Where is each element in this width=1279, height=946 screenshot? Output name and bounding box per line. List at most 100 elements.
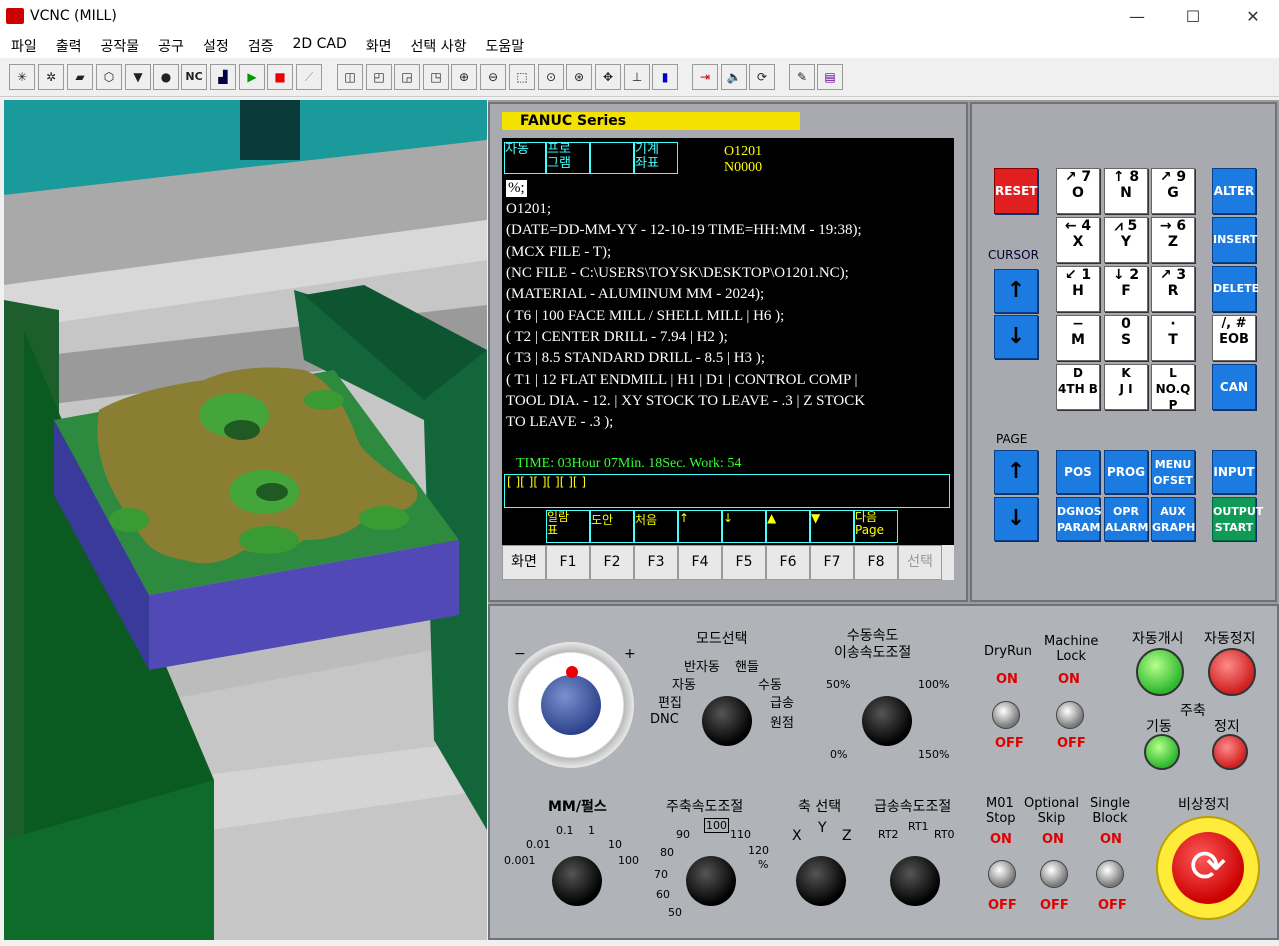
zoom-window-icon[interactable]: ⊙ bbox=[538, 64, 564, 90]
emergency-stop-button[interactable]: ⟳ bbox=[1156, 816, 1260, 920]
menu-2dcad[interactable]: 2D CAD bbox=[287, 34, 351, 58]
program-line[interactable]: TOOL DIA. - 12. | XY STOCK TO LEAVE - .3… bbox=[506, 393, 865, 410]
chart-icon[interactable]: ▟ bbox=[210, 64, 236, 90]
color-icon[interactable]: ▮ bbox=[652, 64, 678, 90]
view-front-icon[interactable]: ◰ bbox=[366, 64, 392, 90]
minimize-button[interactable]: — bbox=[1114, 4, 1160, 30]
feed-hold-button[interactable] bbox=[1208, 648, 1256, 696]
can-button[interactable]: CAN bbox=[1212, 364, 1256, 410]
crt-tab-empty[interactable] bbox=[590, 142, 634, 174]
program-line[interactable]: (MATERIAL - ALUMINUM MM - 2024); bbox=[506, 286, 764, 303]
softkey-f2[interactable]: F2 bbox=[590, 545, 634, 580]
rapid-override-knob[interactable] bbox=[890, 856, 940, 906]
pos-button[interactable]: POS bbox=[1056, 450, 1100, 494]
program-line[interactable]: TO LEAVE - .3 ); bbox=[506, 414, 613, 431]
view-side-icon[interactable]: ◲ bbox=[394, 64, 420, 90]
spindle-start-button[interactable] bbox=[1144, 734, 1180, 770]
softkey-f8[interactable]: F8 bbox=[854, 545, 898, 580]
play-icon[interactable]: ▶ bbox=[239, 64, 265, 90]
optional-skip-toggle[interactable] bbox=[1040, 860, 1068, 888]
program-line[interactable]: (MCX FILE - T); bbox=[506, 244, 611, 261]
reset-button[interactable]: RESET bbox=[994, 168, 1038, 214]
menu-help[interactable]: 도움말 bbox=[481, 34, 530, 58]
key-6[interactable]: → 6 Z bbox=[1151, 217, 1195, 263]
zoom-fit-icon[interactable]: ⬚ bbox=[509, 64, 535, 90]
key-9[interactable]: ↗ 9 G bbox=[1151, 168, 1195, 214]
wand-icon[interactable]: ✳ bbox=[9, 64, 35, 90]
menu-verify[interactable]: 검증 bbox=[243, 34, 279, 58]
menu-output[interactable]: 출력 bbox=[51, 34, 87, 58]
delete-button[interactable]: DELETE bbox=[1212, 266, 1259, 312]
handwheel[interactable] bbox=[508, 642, 634, 768]
input-button[interactable]: INPUT bbox=[1212, 450, 1256, 494]
softkey-f6[interactable]: F6 bbox=[766, 545, 810, 580]
crt-tab-machine-coords[interactable]: 기계 좌표 bbox=[634, 142, 678, 174]
aux-graph-button[interactable]: AUX GRAPH bbox=[1151, 497, 1195, 541]
refresh-icon[interactable]: ⟳ bbox=[749, 64, 775, 90]
program-line[interactable]: O1201; bbox=[506, 201, 551, 218]
ruler-icon[interactable]: ⟋ bbox=[296, 64, 322, 90]
key-8[interactable]: ↑ 8 N bbox=[1104, 168, 1148, 214]
softkey-select[interactable]: 선택 bbox=[898, 545, 942, 580]
program-line[interactable]: ( T1 | 12 FLAT ENDMILL | H1 | D1 | CONTR… bbox=[506, 372, 858, 389]
maximize-button[interactable]: ☐ bbox=[1170, 4, 1216, 30]
page-up-button[interactable]: ↑ bbox=[994, 450, 1038, 494]
zoom-out-icon[interactable]: ⊖ bbox=[480, 64, 506, 90]
book-icon[interactable]: ▤ bbox=[817, 64, 843, 90]
single-block-toggle[interactable] bbox=[1096, 860, 1124, 888]
key-5[interactable]: ⩘ 5 Y bbox=[1104, 217, 1148, 263]
opr-alarm-button[interactable]: OPR ALARM bbox=[1104, 497, 1148, 541]
softkey-f5[interactable]: F5 bbox=[722, 545, 766, 580]
zoom-in-icon[interactable]: ⊕ bbox=[451, 64, 477, 90]
m01-stop-toggle[interactable] bbox=[988, 860, 1016, 888]
view-iso-icon[interactable]: ◫ bbox=[337, 64, 363, 90]
input-buffer[interactable]: [ ][ ][ ][ ][ ][ ] bbox=[504, 474, 950, 508]
key-3[interactable]: ↗ 3 R bbox=[1151, 266, 1195, 312]
export-icon[interactable]: ⇥ bbox=[692, 64, 718, 90]
mm-pulse-knob[interactable] bbox=[552, 856, 602, 906]
sound-icon[interactable]: 🔈 bbox=[721, 64, 747, 90]
crt-tab-program[interactable]: 프로 그램 bbox=[546, 142, 590, 174]
mode-select-knob[interactable] bbox=[702, 696, 752, 746]
gear-icon[interactable]: ✲ bbox=[38, 64, 64, 90]
pan-icon[interactable]: ✥ bbox=[595, 64, 621, 90]
close-button[interactable]: ✕ bbox=[1230, 4, 1276, 30]
menu-workpiece[interactable]: 공작물 bbox=[96, 34, 145, 58]
sphere-icon[interactable]: ● bbox=[153, 64, 179, 90]
key-1[interactable]: ↙ 1 H bbox=[1056, 266, 1100, 312]
key-k[interactable]: K J I bbox=[1104, 364, 1148, 410]
eob-button[interactable]: /, # EOB bbox=[1212, 315, 1256, 361]
notes-icon[interactable]: ✎ bbox=[789, 64, 815, 90]
output-start-button[interactable]: OUTPUT START bbox=[1212, 497, 1263, 541]
key-4[interactable]: ← 4 X bbox=[1056, 217, 1100, 263]
open-icon[interactable]: ▰ bbox=[67, 64, 93, 90]
menu-settings[interactable]: 설정 bbox=[198, 34, 234, 58]
key-7[interactable]: ↗ 7 O bbox=[1056, 168, 1100, 214]
key-minus[interactable]: − M bbox=[1056, 315, 1100, 361]
crt-tab-auto[interactable]: 자동 bbox=[504, 142, 546, 174]
menu-offset-button[interactable]: MENU OFSET bbox=[1151, 450, 1195, 494]
axis-select-knob[interactable] bbox=[796, 856, 846, 906]
program-line[interactable]: ( T3 | 8.5 STANDARD DRILL - 8.5 | H3 ); bbox=[506, 350, 765, 367]
view-top-icon[interactable]: ◳ bbox=[423, 64, 449, 90]
dry-run-toggle[interactable] bbox=[992, 701, 1020, 729]
insert-button[interactable]: INSERT bbox=[1212, 217, 1257, 263]
dgnos-param-button[interactable]: DGNOS PARAM bbox=[1056, 497, 1102, 541]
spindle-override-knob[interactable] bbox=[686, 856, 736, 906]
cycle-start-button[interactable] bbox=[1136, 648, 1184, 696]
cursor-down-button[interactable]: ↓ bbox=[994, 315, 1038, 359]
zoom-dynamic-icon[interactable]: ⊛ bbox=[566, 64, 592, 90]
machine-lock-toggle[interactable] bbox=[1056, 701, 1084, 729]
program-line[interactable]: (NC FILE - C:\USERS\TOYSK\DESKTOP\O1201.… bbox=[506, 265, 849, 282]
menu-tool[interactable]: 공구 bbox=[153, 34, 189, 58]
key-2[interactable]: ↓ 2 F bbox=[1104, 266, 1148, 312]
menu-view[interactable]: 화면 bbox=[361, 34, 397, 58]
cursor-up-button[interactable]: ↑ bbox=[994, 269, 1038, 313]
program-line[interactable]: %; bbox=[506, 180, 527, 197]
spindle-stop-button[interactable] bbox=[1212, 734, 1248, 770]
prog-button[interactable]: PROG bbox=[1104, 450, 1148, 494]
softkey-f4[interactable]: F4 bbox=[678, 545, 722, 580]
nc-icon[interactable]: NC bbox=[181, 64, 207, 90]
3d-viewport[interactable] bbox=[4, 100, 487, 940]
alter-button[interactable]: ALTER bbox=[1212, 168, 1256, 214]
